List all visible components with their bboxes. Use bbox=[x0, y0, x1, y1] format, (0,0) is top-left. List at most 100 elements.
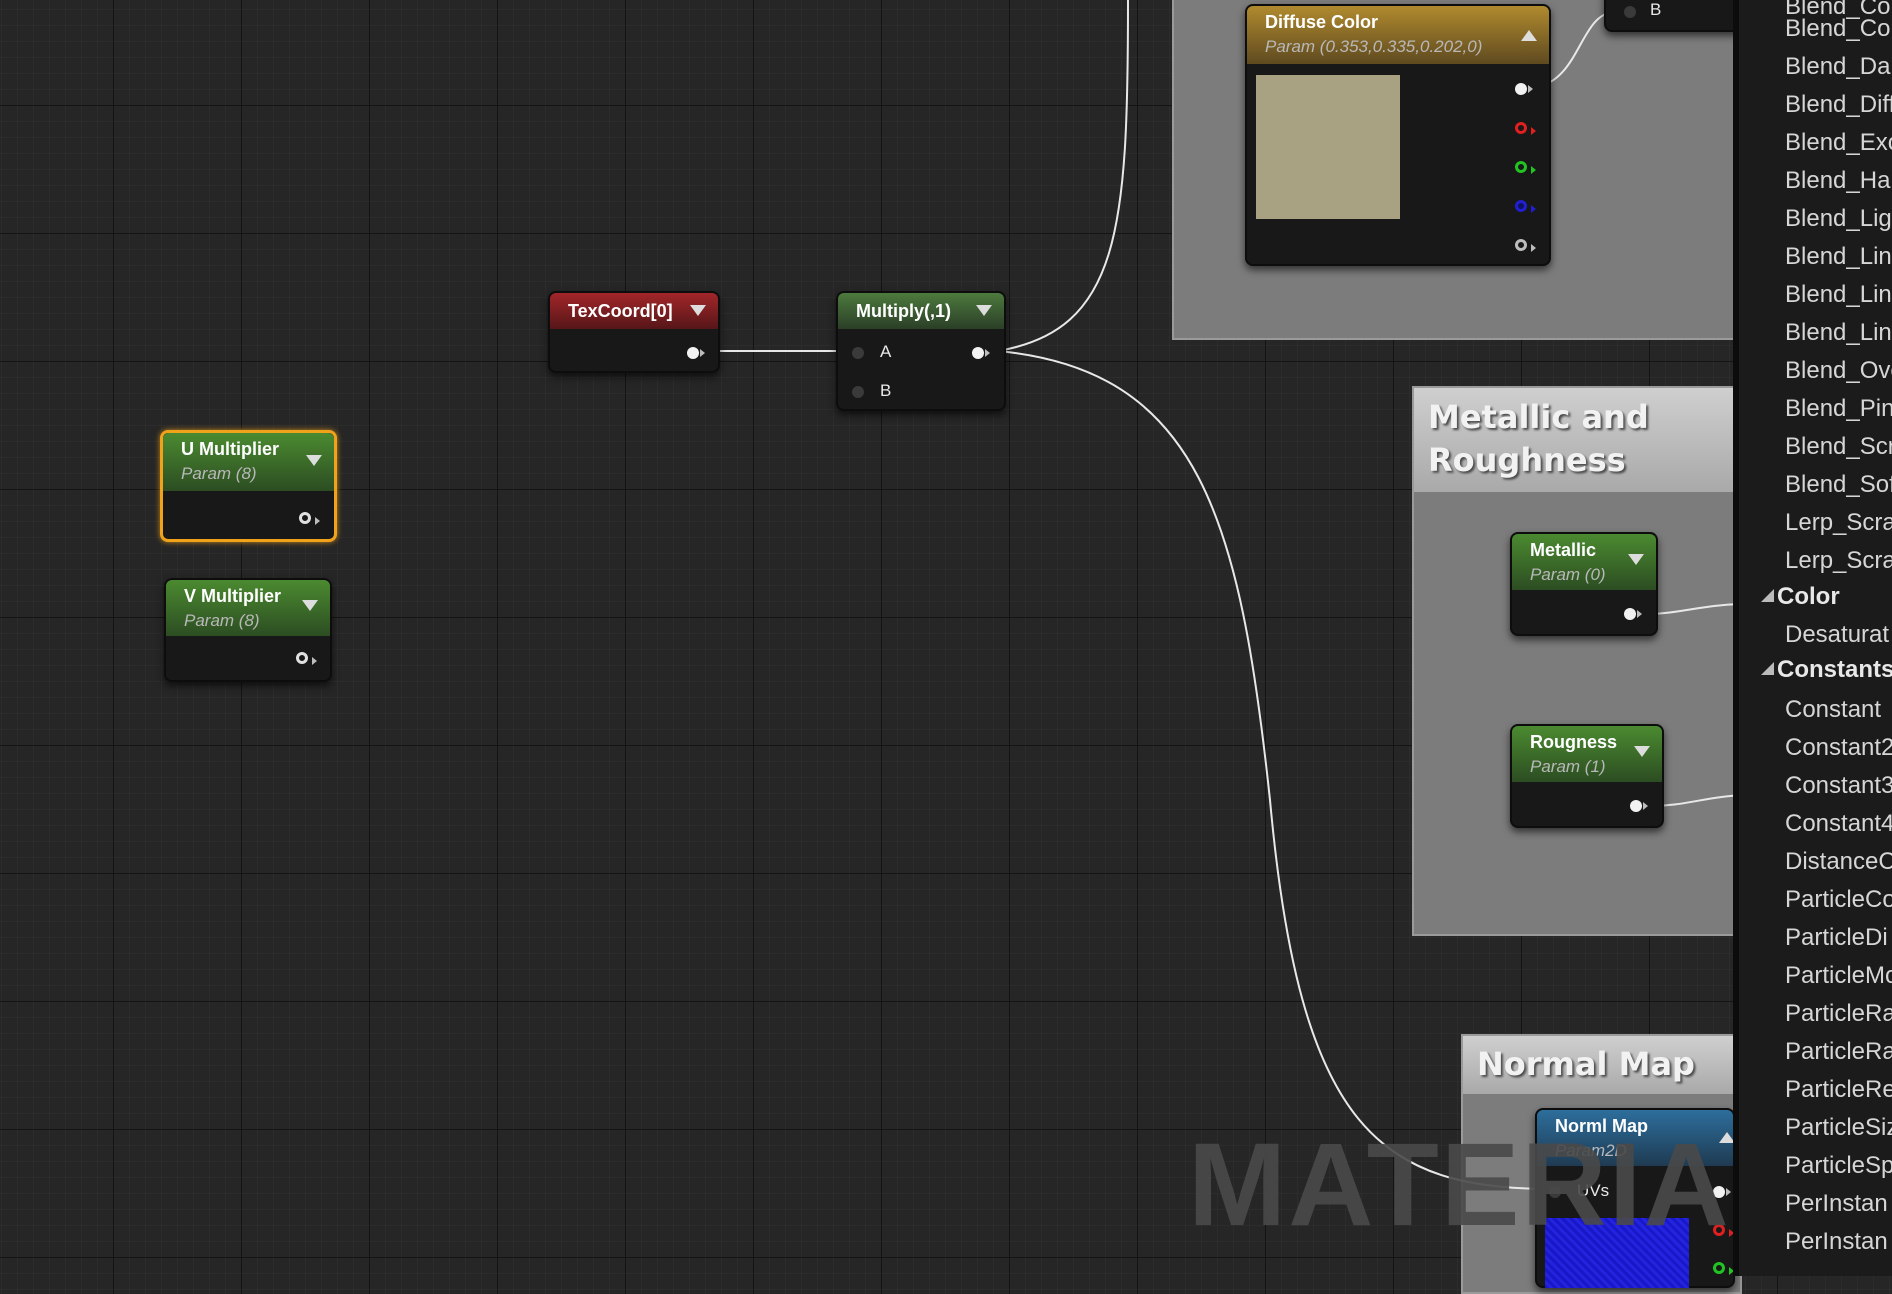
pin-b-label: B bbox=[1650, 0, 1662, 19]
expanded-caret-icon[interactable] bbox=[1761, 662, 1774, 675]
pin-uvs-input[interactable] bbox=[1549, 1186, 1561, 1198]
node-subtitle: Param (0.353,0.335,0.202,0) bbox=[1265, 37, 1483, 56]
node-header[interactable]: TexCoord[0] bbox=[550, 293, 718, 329]
node-header[interactable]: Diffuse Color Param (0.353,0.335,0.202,0… bbox=[1247, 6, 1549, 64]
pin-b-label: B bbox=[880, 381, 892, 400]
node-title: Multiply(,1) bbox=[856, 301, 951, 321]
palette-item[interactable]: Constant3 bbox=[1785, 771, 1892, 801]
pin-b-input[interactable] bbox=[1624, 6, 1636, 18]
palette-item[interactable]: ParticleCo bbox=[1785, 885, 1892, 915]
palette-item[interactable]: Blend_Col bbox=[1785, 14, 1892, 44]
category-label: Color bbox=[1777, 583, 1840, 610]
palette-item[interactable]: Blend_Ligh bbox=[1785, 204, 1892, 234]
pin-rgba-output[interactable] bbox=[1515, 83, 1533, 95]
material-graph-canvas[interactable]: Metallic and Roughness Normal Map B Diff… bbox=[0, 0, 1892, 1294]
node-subtitle: Param (8) bbox=[181, 464, 257, 483]
pin-b-output[interactable] bbox=[1515, 200, 1536, 213]
node-subtitle: Param (0) bbox=[1530, 565, 1606, 584]
palette-item[interactable]: Lerp_Scra bbox=[1785, 546, 1892, 576]
node-title: Diffuse Color bbox=[1265, 12, 1379, 32]
palette-item[interactable]: ParticleRe bbox=[1785, 1075, 1892, 1105]
node-v-multiplier[interactable]: V Multiplier Param (8) bbox=[164, 578, 332, 682]
pin-output[interactable] bbox=[972, 347, 990, 359]
color-preview-swatch bbox=[1256, 75, 1400, 219]
node-texcoord[interactable]: TexCoord[0] bbox=[548, 291, 720, 373]
wire-multiply-to-diffuse bbox=[997, 0, 1129, 352]
node-title: TexCoord[0] bbox=[568, 301, 673, 321]
node-metallic[interactable]: Metallic Param (0) bbox=[1510, 532, 1658, 636]
palette-item[interactable]: Blend_Har bbox=[1785, 166, 1892, 196]
palette-item[interactable]: ParticleRa bbox=[1785, 1037, 1892, 1067]
node-header[interactable]: Rougness Param (1) bbox=[1512, 726, 1662, 782]
palette-item[interactable]: Blend_Line bbox=[1785, 318, 1892, 348]
pin-r-output[interactable] bbox=[1515, 122, 1536, 135]
pin-output[interactable] bbox=[296, 652, 317, 665]
dropdown-arrow-icon[interactable] bbox=[1628, 554, 1644, 565]
palette-category-constants[interactable]: Constants bbox=[1761, 655, 1892, 685]
node-diffuse-color[interactable]: Diffuse Color Param (0.353,0.335,0.202,0… bbox=[1245, 4, 1551, 266]
palette-item[interactable]: ParticleDi bbox=[1785, 923, 1888, 953]
palette-item[interactable]: ParticleSiz bbox=[1785, 1113, 1892, 1143]
collapse-arrow-icon[interactable] bbox=[1521, 30, 1537, 41]
pin-a-output[interactable] bbox=[1515, 239, 1536, 252]
palette-item[interactable]: PerInstan bbox=[1785, 1189, 1888, 1219]
palette-item[interactable]: Blend_Diff bbox=[1785, 90, 1892, 120]
pin-rgb-output[interactable] bbox=[1713, 1186, 1731, 1198]
pin-g-output[interactable] bbox=[1515, 161, 1536, 174]
dropdown-arrow-icon[interactable] bbox=[1634, 746, 1650, 757]
node-title: Rougness bbox=[1530, 732, 1618, 752]
comment-title-metallic-roughness[interactable]: Metallic and Roughness bbox=[1414, 388, 1740, 492]
palette-item[interactable]: ParticleRa bbox=[1785, 999, 1892, 1029]
dropdown-arrow-icon[interactable] bbox=[302, 600, 318, 611]
node-multiply[interactable]: Multiply(,1) A B bbox=[836, 291, 1006, 411]
palette-item[interactable]: Lerp_Scra bbox=[1785, 508, 1892, 538]
pin-output[interactable] bbox=[1630, 800, 1648, 812]
pin-a-label: A bbox=[880, 342, 892, 361]
dropdown-arrow-icon[interactable] bbox=[306, 455, 322, 466]
palette-item[interactable]: ParticleSp bbox=[1785, 1151, 1892, 1181]
palette-item[interactable]: Blend_Sof bbox=[1785, 470, 1892, 500]
palette-item[interactable]: DistanceC bbox=[1785, 847, 1892, 877]
node-header[interactable]: Metallic Param (0) bbox=[1512, 534, 1656, 590]
node-subtitle: Param2D bbox=[1555, 1141, 1627, 1160]
pin-a-input[interactable] bbox=[852, 347, 864, 359]
palette-item[interactable]: Constant bbox=[1785, 695, 1881, 725]
pin-r-output[interactable] bbox=[1713, 1224, 1734, 1237]
pin-output[interactable] bbox=[299, 512, 320, 525]
node-normal-map-texture[interactable]: Norml Map Param2D UVs bbox=[1535, 1108, 1735, 1288]
palette-item[interactable]: Constant2 bbox=[1785, 733, 1892, 763]
palette-item[interactable]: Blend_Pin bbox=[1785, 394, 1892, 424]
palette-item[interactable]: Blend_Dar bbox=[1785, 52, 1892, 82]
node-u-multiplier[interactable]: U Multiplier Param (8) bbox=[160, 430, 337, 542]
node-subtitle: Param (8) bbox=[184, 611, 260, 630]
pin-output[interactable] bbox=[687, 347, 705, 359]
palette-item[interactable]: PerInstan bbox=[1785, 1227, 1888, 1257]
dropdown-arrow-icon[interactable] bbox=[976, 305, 992, 316]
palette-item[interactable]: Blend_Ove bbox=[1785, 356, 1892, 386]
pin-g-output[interactable] bbox=[1713, 1262, 1734, 1275]
palette-panel[interactable]: Blend_Co Blend_Col Blend_Dar Blend_Diff … bbox=[1733, 0, 1892, 1276]
node-title: Metallic bbox=[1530, 540, 1597, 560]
node-header[interactable]: Multiply(,1) bbox=[838, 293, 1004, 329]
node-header[interactable]: V Multiplier Param (8) bbox=[166, 580, 330, 636]
palette-item[interactable]: ParticleMo bbox=[1785, 961, 1892, 991]
palette-item[interactable]: Blend_Line bbox=[1785, 280, 1892, 310]
palette-item[interactable]: Blend_Exc bbox=[1785, 128, 1892, 158]
node-header[interactable]: U Multiplier Param (8) bbox=[163, 433, 334, 491]
partial-node-top[interactable]: B bbox=[1604, 0, 1744, 32]
node-title: V Multiplier bbox=[184, 586, 282, 606]
palette-item[interactable]: Blend_Line bbox=[1785, 242, 1892, 272]
node-header[interactable]: Norml Map Param2D bbox=[1537, 1110, 1735, 1166]
palette-category-color[interactable]: Color bbox=[1761, 582, 1840, 612]
pin-b-input[interactable] bbox=[852, 386, 864, 398]
palette-item[interactable]: Desaturat bbox=[1785, 620, 1889, 650]
node-roughness[interactable]: Rougness Param (1) bbox=[1510, 724, 1664, 828]
palette-item[interactable]: Blend_Scr bbox=[1785, 432, 1892, 462]
palette-item[interactable]: Constant4 bbox=[1785, 809, 1892, 839]
pin-output[interactable] bbox=[1624, 608, 1642, 620]
expanded-caret-icon[interactable] bbox=[1761, 589, 1774, 602]
comment-title-normal-map[interactable]: Normal Map bbox=[1463, 1036, 1740, 1094]
category-label: Constants bbox=[1777, 656, 1892, 683]
dropdown-arrow-icon[interactable] bbox=[690, 305, 706, 316]
comment-box-metallic-roughness[interactable]: Metallic and Roughness bbox=[1412, 386, 1742, 936]
